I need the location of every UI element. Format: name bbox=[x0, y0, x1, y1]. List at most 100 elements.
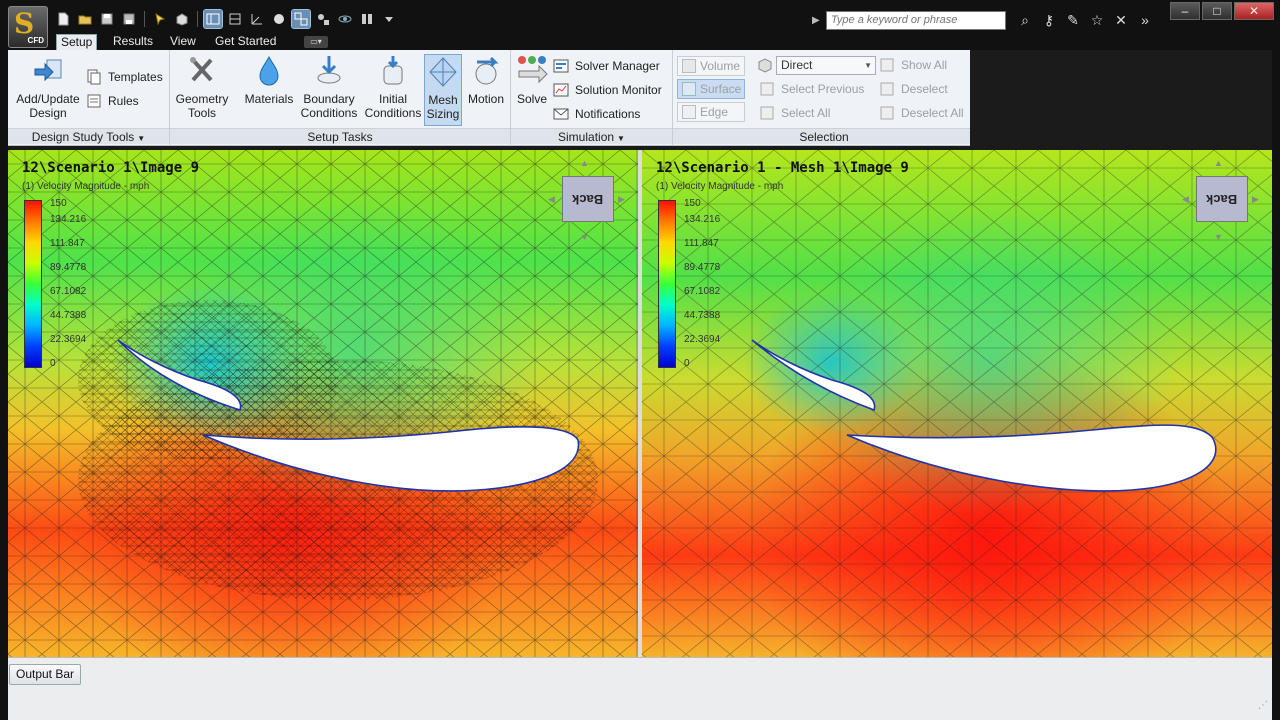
view-options-icon[interactable] bbox=[314, 10, 332, 28]
wrench-icon[interactable]: ✎ bbox=[1064, 11, 1082, 29]
help-search: ▶ ⌕ ⚷ ✎ ☆ ✕ » bbox=[812, 10, 1154, 30]
app-logo[interactable]: S CFD bbox=[8, 6, 48, 48]
view-right-arrow-icon[interactable]: ▶ bbox=[618, 194, 625, 205]
tab-view[interactable]: View bbox=[166, 34, 200, 50]
new-file-icon[interactable] bbox=[54, 10, 72, 28]
close-icon[interactable]: ✕ bbox=[1234, 2, 1274, 20]
panel-title-simulation[interactable]: Simulation ▼ bbox=[511, 128, 672, 144]
color-legend: 150 134.216 111.847 89.4778 67.1082 44.7… bbox=[656, 198, 766, 370]
legend-label: 150 bbox=[684, 198, 701, 209]
binoculars-icon[interactable]: ⌕ bbox=[1016, 11, 1034, 29]
grid-icon[interactable] bbox=[226, 10, 244, 28]
resize-grip-icon[interactable]: ⋰ bbox=[1258, 700, 1270, 712]
view-down-arrow-icon[interactable]: ▼ bbox=[580, 232, 589, 242]
save-icon[interactable] bbox=[98, 10, 116, 28]
rules-button[interactable]: Rules bbox=[86, 91, 139, 111]
initial-conditions-button[interactable]: Initial Conditions bbox=[362, 54, 424, 120]
select-all-button[interactable]: Select All bbox=[759, 103, 830, 123]
search-expand-icon[interactable]: ▶ bbox=[812, 15, 822, 26]
viewport-left[interactable]: 12\Scenario 1\Image 9 (1) Velocity Magni… bbox=[8, 150, 638, 657]
deselect-button[interactable]: Deselect bbox=[879, 79, 948, 99]
view-up-arrow-icon[interactable]: ▲ bbox=[580, 158, 589, 168]
add-update-design-button[interactable]: Add/Update Design bbox=[10, 54, 86, 120]
legend-label: 22.3694 bbox=[50, 334, 87, 345]
view-down-arrow-icon[interactable]: ▼ bbox=[1214, 232, 1223, 242]
rules-icon bbox=[87, 94, 101, 108]
initial-conditions-icon bbox=[383, 56, 403, 85]
panel-selection: Volume Surface Edge Direct ▼ Select Previ… bbox=[673, 50, 975, 146]
orbit-icon[interactable] bbox=[336, 10, 354, 28]
selection-mode-dropdown[interactable]: Direct ▼ bbox=[776, 56, 876, 75]
view-cube-face[interactable]: Back bbox=[562, 176, 614, 222]
minimize-icon[interactable]: – bbox=[1170, 2, 1200, 20]
view-up-arrow-icon[interactable]: ▲ bbox=[1214, 158, 1223, 168]
sphere-icon[interactable] bbox=[270, 10, 288, 28]
legend-label: 0 bbox=[684, 358, 690, 369]
solution-monitor-icon bbox=[553, 83, 569, 97]
templates-icon bbox=[87, 69, 101, 85]
boundary-conditions-button[interactable]: Boundary Conditions bbox=[298, 54, 360, 120]
mesh-sizing-button[interactable]: Mesh Sizing bbox=[424, 54, 462, 126]
maximize-icon[interactable]: □ bbox=[1202, 2, 1232, 20]
open-folder-icon[interactable] bbox=[76, 10, 94, 28]
panel-title-selection: Selection bbox=[673, 128, 975, 144]
view-right-arrow-icon[interactable]: ▶ bbox=[1252, 194, 1259, 205]
deselect-all-button[interactable]: Deselect All bbox=[879, 103, 964, 123]
legend-label: 44.7388 bbox=[684, 310, 721, 321]
notifications-button[interactable]: Notifications bbox=[553, 104, 640, 124]
axis-icon[interactable] bbox=[248, 10, 266, 28]
key-icon[interactable]: ⚷ bbox=[1040, 11, 1058, 29]
save-as-icon[interactable] bbox=[120, 10, 138, 28]
window-border-left bbox=[0, 50, 8, 657]
customize-dropdown-icon[interactable] bbox=[380, 10, 398, 28]
legend-label: 67.1082 bbox=[684, 286, 721, 297]
mesh-sizing-icon bbox=[429, 57, 457, 87]
solution-monitor-button[interactable]: Solution Monitor bbox=[553, 80, 662, 100]
volume-toggle[interactable]: Volume bbox=[677, 56, 745, 76]
materials-icon bbox=[259, 55, 279, 86]
view-cube[interactable]: Back ▲ ▼ ◀ ▶ bbox=[546, 156, 630, 242]
window-border-left bbox=[0, 657, 8, 720]
select-previous-button[interactable]: Select Previous bbox=[759, 79, 864, 99]
panel-design-study-tools: Add/Update Design Templates Rules Design… bbox=[8, 50, 170, 146]
exchange-icon[interactable]: ✕ bbox=[1112, 11, 1130, 29]
panel-layout-icon[interactable] bbox=[358, 10, 376, 28]
legend-label: 0 bbox=[50, 358, 56, 369]
surface-icon bbox=[682, 82, 696, 96]
ribbon-empty-area bbox=[970, 50, 1272, 146]
solver-manager-icon bbox=[553, 59, 569, 73]
view-cube[interactable]: Back ▲ ▼ ◀ ▶ bbox=[1180, 156, 1264, 242]
legend-label: 150 bbox=[50, 198, 67, 209]
envelope-icon bbox=[553, 108, 569, 120]
multi-view-icon[interactable] bbox=[291, 9, 311, 29]
tab-get-started[interactable]: Get Started bbox=[211, 34, 280, 50]
tab-results[interactable]: Results bbox=[109, 34, 157, 50]
add-update-icon bbox=[34, 59, 62, 82]
materials-button[interactable]: Materials bbox=[242, 54, 296, 106]
view-cube-face[interactable]: Back bbox=[1196, 176, 1248, 222]
shape-icon[interactable] bbox=[173, 10, 191, 28]
more-chevron-icon[interactable]: » bbox=[1136, 11, 1154, 29]
ribbon-options-icon[interactable]: ▭▾ bbox=[304, 36, 328, 48]
show-all-button[interactable]: Show All bbox=[879, 55, 947, 75]
legend-color-bar bbox=[658, 200, 676, 368]
split-view-icon[interactable] bbox=[203, 9, 223, 29]
surface-toggle[interactable]: Surface bbox=[677, 79, 745, 99]
tab-setup[interactable]: Setup bbox=[56, 34, 98, 51]
solve-button[interactable]: Solve bbox=[513, 54, 551, 106]
star-icon[interactable]: ☆ bbox=[1088, 11, 1106, 29]
select-icon[interactable] bbox=[151, 10, 169, 28]
output-bar-button[interactable]: Output Bar bbox=[9, 664, 81, 685]
deselect-icon bbox=[880, 82, 894, 96]
search-input[interactable] bbox=[826, 10, 1006, 30]
solver-manager-button[interactable]: Solver Manager bbox=[553, 56, 660, 76]
edge-toggle[interactable]: Edge bbox=[677, 102, 745, 122]
view-left-arrow-icon[interactable]: ◀ bbox=[1182, 194, 1189, 205]
view-left-arrow-icon[interactable]: ◀ bbox=[548, 194, 555, 205]
motion-button[interactable]: Motion bbox=[464, 54, 508, 106]
viewport-right[interactable]: 12\Scenario 1 - Mesh 1\Image 9 (1) Veloc… bbox=[642, 150, 1272, 657]
quick-access-toolbar bbox=[54, 9, 398, 29]
geometry-tools-button[interactable]: Geometry Tools bbox=[172, 54, 232, 120]
panel-title-design-study[interactable]: Design Study Tools ▼ bbox=[8, 128, 169, 144]
templates-button[interactable]: Templates bbox=[86, 67, 163, 87]
